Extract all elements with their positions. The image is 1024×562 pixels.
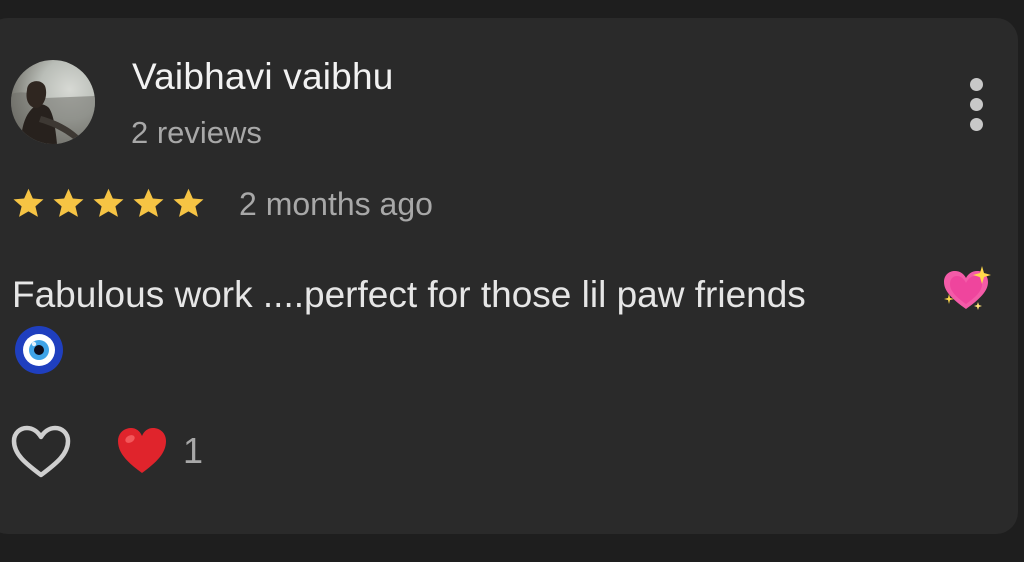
- more-vert-icon-dot: [970, 98, 983, 111]
- avatar[interactable]: [11, 60, 95, 144]
- heart-outline-icon: [11, 425, 71, 478]
- reaction-count: 1: [183, 430, 204, 471]
- star-icon: [53, 188, 84, 217]
- red-heart-reaction[interactable]: [116, 426, 168, 476]
- star-icon: [93, 188, 124, 217]
- more-options-button[interactable]: [959, 74, 995, 134]
- star-rating: [10, 186, 207, 224]
- author-name[interactable]: Vaibhavi vaibhu: [132, 56, 394, 98]
- like-button[interactable]: [10, 424, 72, 480]
- author-review-count: 2 reviews: [131, 115, 262, 150]
- star-icon: [173, 188, 204, 217]
- star-icon: [133, 188, 164, 217]
- star-icon: [13, 188, 44, 217]
- review-text: Fabulous work ....perfect for those lil …: [12, 274, 806, 315]
- more-vert-icon-dot: [970, 118, 983, 131]
- evil-eye-emoji: [14, 325, 64, 375]
- more-vert-icon: [970, 78, 983, 91]
- sparkling-heart-emoji: [940, 264, 992, 316]
- review-date: 2 months ago: [239, 186, 433, 222]
- red-heart-emoji: [118, 428, 166, 473]
